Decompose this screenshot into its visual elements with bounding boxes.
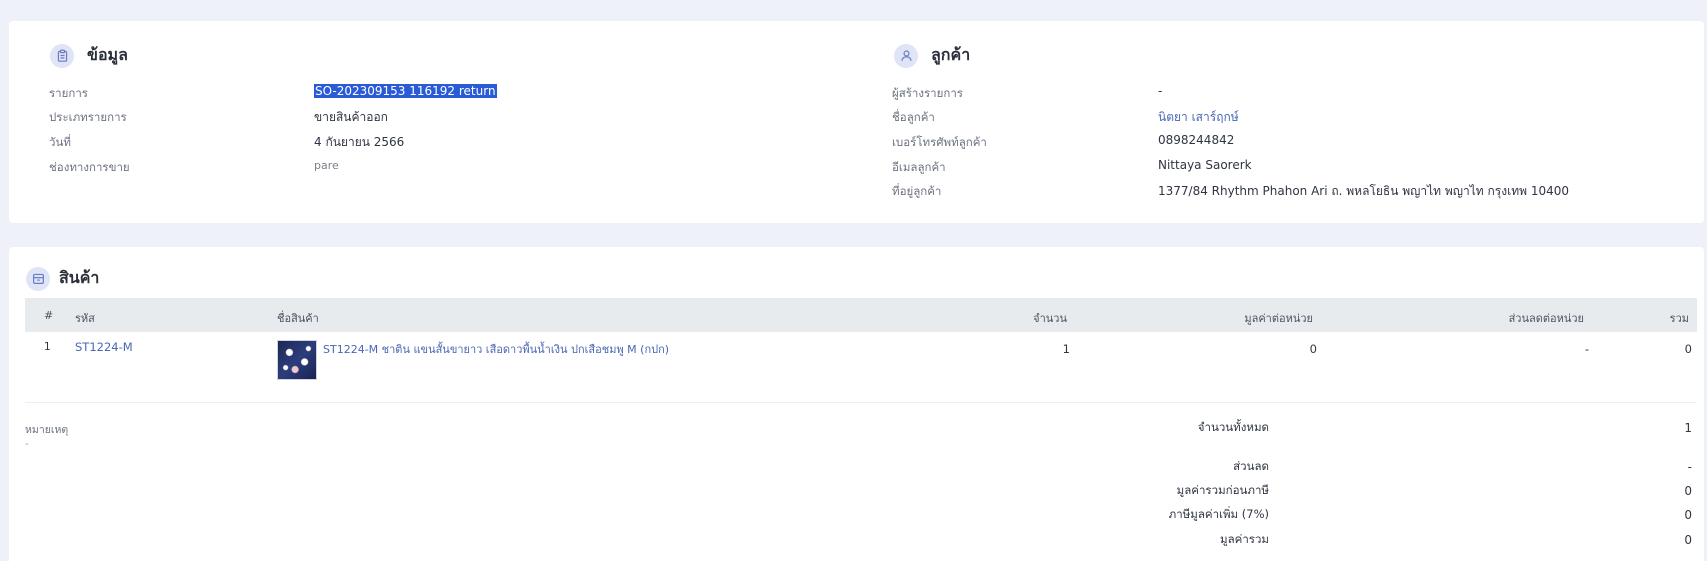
total-qty-label: จำนวนทั้งหมด — [1197, 420, 1269, 434]
product-code-link[interactable]: ST1224-M — [75, 340, 133, 354]
customer-name-label: ชื่อลูกค้า — [892, 110, 935, 124]
product-name-link[interactable]: ST1224-M ชาติน แขนสั้นขายาว เสือดาวพื้นน… — [323, 340, 669, 358]
row-total: 0 — [1684, 342, 1692, 356]
col-unit-discount-header: ส่วนลดต่อหน่วย — [1508, 312, 1584, 325]
order-number-label: รายการ — [49, 86, 88, 100]
products-card: สินค้า # รหัส ชื่อสินค้า จำนวน มูลค่าต่อ… — [9, 247, 1704, 561]
discount-label: ส่วนลด — [1233, 459, 1269, 473]
order-date-value: 4 กันยายน 2566 — [314, 135, 405, 149]
col-name-header: ชื่อสินค้า — [277, 312, 319, 325]
customer-address-label: ที่อยู่ลูกค้า — [892, 184, 942, 198]
info-section-title: ข้อมูล — [87, 45, 128, 64]
table-divider — [25, 402, 1697, 403]
customer-email-label: อีเมลลูกค้า — [892, 160, 946, 174]
vat-value: 0 — [1684, 508, 1692, 522]
row-index: 1 — [44, 341, 51, 353]
created-by-value: - — [1158, 84, 1163, 98]
customer-phone-label: เบอร์โทรศัพท์ลูกค้า — [892, 135, 987, 149]
row-unit-price: 0 — [1309, 342, 1317, 356]
customer-email-value: Nittaya Saorerk — [1158, 158, 1252, 172]
col-unit-price-header: มูลค่าต่อหน่วย — [1244, 312, 1313, 325]
row-unit-discount: - — [1584, 342, 1589, 356]
discount-value: - — [1687, 460, 1692, 474]
info-section-header: ข้อมูล — [50, 43, 128, 68]
note-value: - — [25, 438, 29, 450]
product-thumbnail — [277, 340, 317, 380]
total-qty-value: 1 — [1684, 421, 1692, 435]
user-icon — [894, 43, 918, 68]
subtotal-label: มูลค่ารวมก่อนภาษี — [1176, 483, 1269, 497]
order-number-value[interactable]: SO-202309153 116192 return — [314, 84, 497, 98]
order-date-label: วันที่ — [49, 135, 71, 149]
col-code-header: รหัส — [75, 312, 95, 325]
col-qty-header: จำนวน — [1033, 312, 1067, 325]
col-total-header: รวม — [1669, 312, 1689, 325]
row-qty: 1 — [1062, 342, 1070, 356]
grand-total-value: 0 — [1684, 533, 1692, 547]
products-table-header: # รหัส ชื่อสินค้า จำนวน มูลค่าต่อหน่วย ส… — [25, 298, 1697, 332]
order-type-label: ประเภทรายการ — [49, 110, 127, 124]
clipboard-icon — [50, 43, 74, 68]
order-type-value: ขายสินค้าออก — [314, 110, 388, 124]
created-by-label: ผู้สร้างรายการ — [892, 86, 963, 100]
box-icon — [26, 266, 50, 291]
customer-section-header: ลูกค้า — [894, 43, 970, 68]
order-info-card: ข้อมูล รายการ SO-202309153 116192 return… — [9, 21, 1704, 223]
customer-section-title: ลูกค้า — [931, 45, 971, 64]
customer-name-link[interactable]: นิตยา เสาร์ฤกษ์ — [1158, 108, 1239, 127]
col-index-header: # — [44, 309, 54, 322]
products-section-title: สินค้า — [59, 268, 100, 287]
grand-total-label: มูลค่ารวม — [1220, 532, 1269, 546]
sales-channel-label: ช่องทางการขาย — [49, 160, 130, 174]
products-section-header: สินค้า — [26, 266, 99, 291]
subtotal-value: 0 — [1684, 484, 1692, 498]
sales-channel-value: pare — [314, 159, 339, 172]
note-label: หมายเหตุ — [25, 424, 69, 436]
customer-address-value: 1377/84 Rhythm Phahon Ari ถ. พหลโยธิน พญ… — [1158, 184, 1570, 198]
vat-label: ภาษีมูลค่าเพิ่ม (7%) — [1168, 507, 1269, 521]
customer-phone-value: 0898244842 — [1158, 133, 1235, 147]
